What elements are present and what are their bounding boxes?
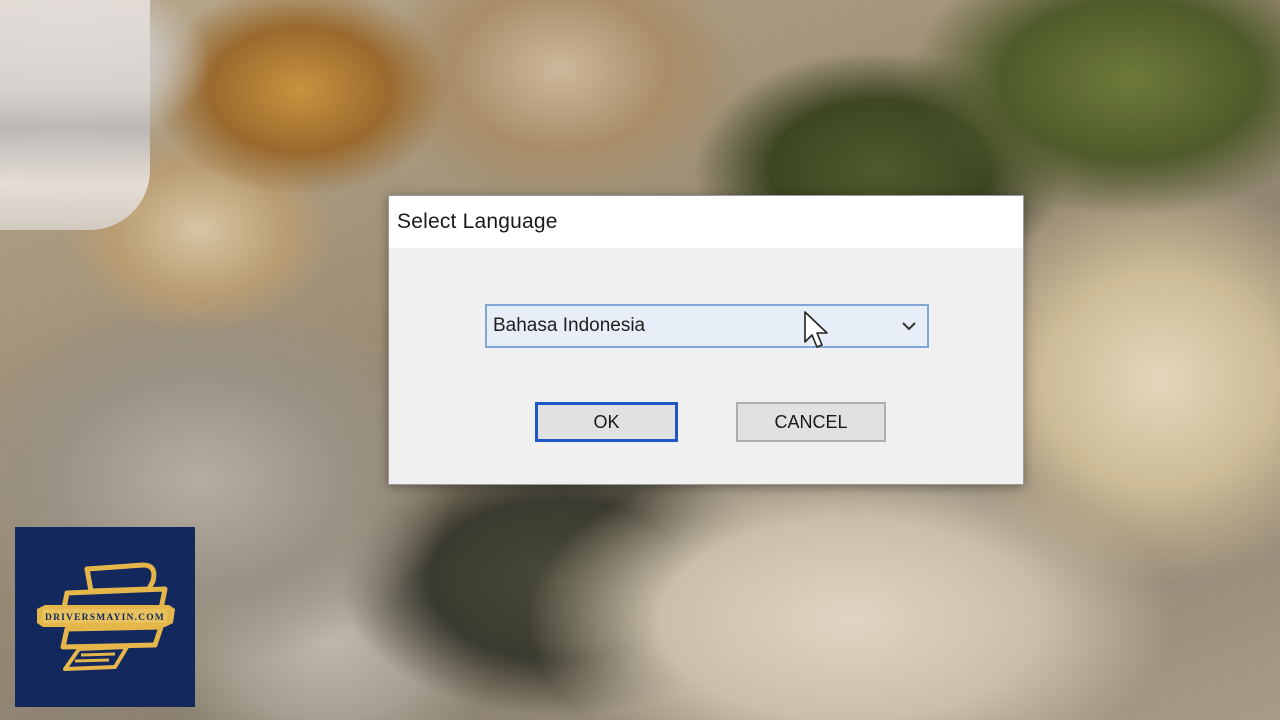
logo-text: DRIVERSMAYIN.COM [45, 613, 165, 623]
chevron-down-icon[interactable] [899, 316, 919, 336]
dialog-titlebar[interactable]: Select Language [389, 196, 1023, 249]
mouse-pointer-icon [804, 311, 828, 348]
driversmayin-logo: DRIVERSMAYIN.COM [15, 527, 195, 707]
cancel-button[interactable]: CANCEL [736, 402, 886, 442]
desktop: Select Language Bahasa Indonesia OK CANC… [0, 0, 1280, 720]
dialog-body: Bahasa Indonesia OK CANCEL [389, 248, 1023, 484]
language-select-value: Bahasa Indonesia [493, 315, 646, 336]
language-select[interactable]: Bahasa Indonesia [485, 304, 929, 348]
printer-logo-icon: DRIVERSMAYIN.COM [37, 562, 175, 671]
ok-button[interactable]: OK [535, 402, 678, 442]
select-language-dialog: Select Language Bahasa Indonesia OK CANC… [388, 195, 1024, 485]
dialog-title: Select Language [397, 210, 558, 233]
wallpaper-sky [0, 0, 150, 230]
